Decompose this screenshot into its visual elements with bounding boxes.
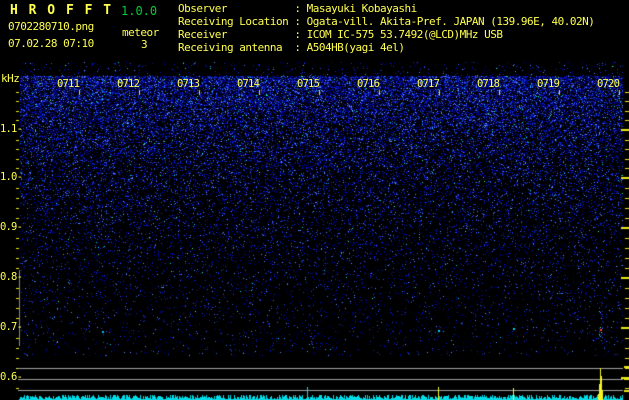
time-tick-label: 0715: [297, 78, 320, 90]
time-tick-label: 0712: [117, 78, 140, 90]
freq-tick-label: 0.7-: [0, 321, 23, 333]
freq-tick-label: 0.8-: [0, 271, 23, 283]
app-title: H R O F F T: [10, 3, 113, 18]
freq-tick-label: 1.0-: [0, 171, 23, 183]
info-row-receiving-antenna: Receiving antenna : A504HB(yagi 4el): [178, 41, 405, 54]
time-tick-label: 0717: [417, 78, 440, 90]
time-tick-label: 0720: [597, 78, 620, 90]
time-tick-label: 0718: [477, 78, 500, 90]
freq-tick-label: 0.9-: [0, 221, 23, 233]
freq-tick-label: 1.1-: [0, 123, 23, 135]
time-tick-label: 0711: [57, 78, 80, 90]
meteor-count: 3: [141, 38, 148, 51]
hrofft-screen: H R O F F T 1.0.0 0702280710.png meteor …: [0, 0, 629, 400]
spectrogram-canvas: [0, 0, 629, 400]
time-tick-label: 0714: [237, 78, 260, 90]
freq-tick-label: 0.6-: [0, 371, 23, 383]
station-info: Observer : Masayuki Kobayashi Receiving L…: [178, 3, 595, 55]
timestamp: 07.02.28 07:10: [8, 37, 94, 50]
khz-unit-label: kHz: [1, 72, 20, 85]
time-tick-label: 0719: [537, 78, 560, 90]
output-filename: 0702280710.png: [8, 20, 94, 33]
app-version: 1.0.0: [121, 4, 158, 18]
time-tick-label: 0713: [177, 78, 200, 90]
time-tick-label: 0716: [357, 78, 380, 90]
